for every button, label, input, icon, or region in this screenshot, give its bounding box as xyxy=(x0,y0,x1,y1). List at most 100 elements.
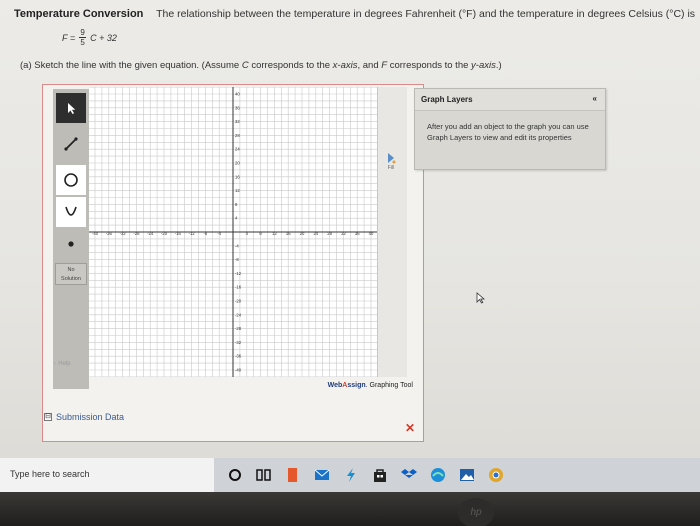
y-tick-label: 28 xyxy=(235,133,240,138)
x-tick-label: 20 xyxy=(300,231,305,236)
part-a-prompt: (a) Sketch the line with the given equat… xyxy=(20,60,502,71)
webassign-brand: WebAssign. Graphing Tool xyxy=(328,382,413,389)
fill-button[interactable]: Fill xyxy=(377,151,405,187)
x-tick-label: -32 xyxy=(120,231,127,236)
graphing-tool: No Solution -40 -36 -32 -28 -24 -20 -16 -12 -8 -4… xyxy=(42,84,424,442)
circle-icon xyxy=(64,173,78,187)
y-tick-label: 12 xyxy=(235,188,240,193)
question-description: The relationship between the temperature… xyxy=(156,8,696,20)
tool-palette: No Solution xyxy=(53,89,89,389)
y-tick-label: 20 xyxy=(235,161,240,166)
x-tick-label: 36 xyxy=(355,231,360,236)
chrome-icon[interactable] xyxy=(487,466,505,484)
y-tick-label: -16 xyxy=(235,285,242,290)
x-tick-label: -40 xyxy=(92,231,99,236)
y-axis-term: y-axis xyxy=(471,60,496,71)
question-title: Temperature Conversion xyxy=(14,8,144,20)
y-tick-label: -24 xyxy=(235,312,242,317)
part-a-text5: .) xyxy=(495,60,502,71)
brand-ssign: ssign xyxy=(347,382,366,389)
dropbox-icon[interactable] xyxy=(400,466,418,484)
part-a-text2: corresponds to the xyxy=(251,60,331,71)
y-tick-label: -40 xyxy=(235,368,242,373)
task-view-icon[interactable] xyxy=(255,466,273,484)
laptop-bezel xyxy=(0,492,700,526)
equation-lhs: F = xyxy=(62,32,76,43)
circle-tool-button[interactable] xyxy=(56,165,86,195)
help-link[interactable]: ● Help xyxy=(53,361,71,367)
photos-icon[interactable] xyxy=(458,466,476,484)
graph-layers-body: After you add an object to the graph you… xyxy=(427,122,589,142)
y-tick-label: 36 xyxy=(235,105,240,110)
screen: Temperature Conversion The relationship … xyxy=(0,0,700,458)
submission-data-toggle[interactable]: ⊟ Submission Data xyxy=(44,412,124,422)
part-a-text3: , and xyxy=(357,60,379,71)
y-tick-label: -12 xyxy=(235,271,242,276)
fill-icon xyxy=(388,153,396,164)
mouse-cursor-icon xyxy=(476,292,486,304)
submission-data-label: Submission Data xyxy=(56,412,125,422)
x-tick-label: -4 xyxy=(217,231,221,236)
help-label: Help xyxy=(58,361,71,367)
line-tool-button[interactable] xyxy=(56,129,86,159)
store-icon[interactable] xyxy=(371,466,389,484)
no-solution-button[interactable]: No Solution xyxy=(55,263,87,285)
graph-layers-title: Graph Layers xyxy=(421,95,473,104)
pointer-icon xyxy=(68,103,76,114)
no-solution-label-1: No xyxy=(67,267,75,273)
var-c: C xyxy=(241,60,249,71)
hp-logo: hp xyxy=(458,498,494,526)
graph-layers-panel: Graph Layers « After you add an object t… xyxy=(414,88,606,170)
fraction-numerator: 9 xyxy=(80,28,85,37)
line-icon xyxy=(64,137,78,151)
equation-rhs: C + 32 xyxy=(90,32,117,43)
var-f: F xyxy=(381,60,388,71)
brand-web: Web xyxy=(327,382,343,389)
part-a-text4: corresponds to the xyxy=(389,60,469,71)
office-icon[interactable] xyxy=(284,466,302,484)
taskbar-search-placeholder: Type here to search xyxy=(10,469,90,479)
part-a-text: Sketch the line with the given equation.… xyxy=(34,60,240,71)
y-tick-label: -36 xyxy=(235,354,242,359)
fraction-denominator: 5 xyxy=(80,38,85,47)
y-tick-label: -28 xyxy=(235,326,242,331)
point-tool-button[interactable] xyxy=(56,229,86,259)
cortana-icon[interactable] xyxy=(226,466,244,484)
x-tick-label: -20 xyxy=(161,231,168,236)
x-tick-label: 24 xyxy=(313,231,318,236)
fill-label: Fill xyxy=(387,165,395,171)
y-tick-label: 24 xyxy=(235,147,240,152)
x-tick-label: -36 xyxy=(106,231,113,236)
part-a-label: (a) xyxy=(20,60,32,71)
close-icon[interactable]: ✕ xyxy=(405,421,415,435)
x-tick-label: -12 xyxy=(189,231,196,236)
x-tick-label: 12 xyxy=(272,231,277,236)
x-tick-label: -24 xyxy=(147,231,154,236)
graph-canvas[interactable]: -40 -36 -32 -28 -24 -20 -16 -12 -8 -4 4 8 12 16 20 24 28… xyxy=(89,87,424,377)
taskbar-search-box[interactable]: Type here to search xyxy=(0,458,214,492)
parabola-icon xyxy=(65,206,77,216)
x-axis-term: x-axis xyxy=(332,60,358,71)
question-header: Temperature Conversion The relationship … xyxy=(14,8,695,20)
equation: F = 9 5 C + 32 xyxy=(62,28,117,47)
x-tick-label: 28 xyxy=(327,231,332,236)
x-tick-label: 40 xyxy=(369,231,374,236)
graph-layers-header[interactable]: Graph Layers « xyxy=(415,89,605,111)
taskbar-icons xyxy=(226,466,505,484)
windows-taskbar: Type here to search xyxy=(0,458,700,492)
y-tick-label: 16 xyxy=(235,174,240,179)
stocks-icon[interactable] xyxy=(342,466,360,484)
x-tick-label: -16 xyxy=(175,231,182,236)
point-icon xyxy=(68,241,74,247)
pointer-tool-button[interactable] xyxy=(56,93,86,123)
parabola-tool-button[interactable] xyxy=(56,197,86,227)
y-tick-label: 32 xyxy=(235,119,240,124)
mail-icon[interactable] xyxy=(313,466,331,484)
x-tick-label: 32 xyxy=(341,231,346,236)
collapse-icon[interactable]: « xyxy=(593,94,597,103)
no-solution-label-2: Solution xyxy=(61,276,81,282)
x-tick-label: 16 xyxy=(286,231,291,236)
edge-icon[interactable] xyxy=(429,466,447,484)
equation-fraction: 9 5 xyxy=(79,28,87,47)
x-tick-label: -28 xyxy=(133,231,140,236)
